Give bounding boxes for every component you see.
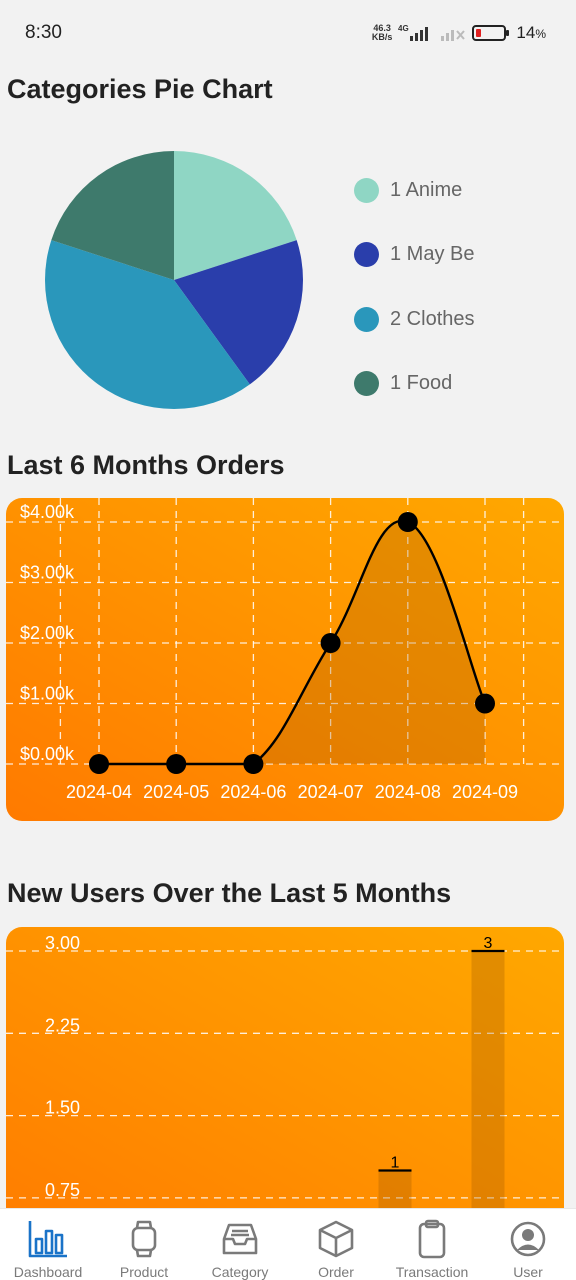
pie-chart-title: Categories Pie Chart [7,74,273,104]
y-tick-label: $0.00k [20,744,75,764]
bottom-navigation: Dashboard Product Category Order Transac… [0,1208,576,1280]
legend-item: 1 Anime [354,158,475,223]
box-icon [314,1217,358,1261]
nav-label: Order [318,1264,354,1280]
pie-chart-canvas [45,151,303,409]
users-chart-card: 0.75 1.50 2.25 3.00 1 3 [6,927,564,1208]
x-tick-label: 2024-06 [220,782,286,802]
orders-line-chart: $0.00k $1.00k $2.00k $3.00k $4.00k 2024-04 202… [6,498,564,802]
inbox-icon [218,1217,262,1261]
y-tick-label: $3.00k [20,563,75,583]
user-circle-icon [506,1217,550,1261]
dashboard-content[interactable]: Categories Pie Chart 1 Anime 1 May Be 2 Cl… [0,66,576,1208]
svg-text:4G: 4G [398,24,409,33]
user-bar [378,1170,412,1208]
status-indicators: 46.3 KB/s 4G 14% [372,20,546,46]
bar-data-label: 3 [484,935,493,952]
data-point [243,754,264,774]
watch-icon [122,1217,166,1261]
signal-weak-icon [441,30,466,41]
legend-swatch [354,371,379,397]
nav-item-product[interactable]: Product [96,1209,192,1280]
x-tick-label: 2024-04 [66,782,132,802]
pie-legend: 1 Anime 1 May Be 2 Clothes 1 Food [354,158,475,416]
nav-label: Dashboard [13,1264,83,1280]
battery-percent: 14% [516,23,546,42]
nav-label: User [513,1264,543,1280]
nav-item-dashboard[interactable]: Dashboard [0,1209,96,1280]
data-point [397,512,418,532]
data-point [320,633,341,653]
nav-item-user[interactable]: User [480,1209,576,1280]
nav-item-category[interactable]: Category [192,1209,288,1280]
y-tick-label: 2.25 [45,1015,80,1035]
battery-icon [472,25,510,41]
y-tick-label: $2.00k [20,623,75,643]
y-tick-label: 1.50 [45,1098,80,1118]
legend-label: 1 May Be [390,243,475,266]
nav-item-transaction[interactable]: Transaction [384,1209,480,1280]
x-tick-label: 2024-05 [143,782,209,802]
nav-label: Category [211,1264,269,1280]
signal-4g-icon: 4G [398,24,429,41]
y-tick-label: 3.00 [45,933,80,953]
legend-label: 2 Clothes [390,307,475,330]
users-chart-title: New Users Over the Last 5 Months [7,878,452,908]
legend-swatch [354,306,379,332]
network-speed: 46.3 KB/s [371,23,393,42]
legend-item: 1 Food [354,352,475,417]
y-tick-label: 0.75 [45,1180,80,1200]
x-tick-label: 2024-07 [298,782,364,802]
users-bar-chart: 0.75 1.50 2.25 3.00 1 3 [6,933,564,1208]
bar-data-label: 1 [391,1154,400,1171]
user-bar [471,951,505,1208]
legend-item: 1 May Be [354,223,475,288]
clipboard-icon [410,1217,454,1261]
legend-item: 2 Clothes [354,287,475,352]
orders-chart-card: $0.00k $1.00k $2.00k $3.00k $4.00k 2024-04 202… [6,498,564,821]
nav-label: Product [119,1264,169,1280]
x-tick-label: 2024-08 [375,782,441,802]
legend-label: 1 Food [390,372,453,395]
status-bar: 8:30 46.3 KB/s 4G 14% [0,0,576,66]
nav-item-order[interactable]: Order [288,1209,384,1280]
data-point [166,754,187,774]
bar-chart-icon [26,1217,70,1261]
legend-swatch [354,177,379,203]
legend-label: 1 Anime [390,178,463,201]
data-point [475,693,495,714]
legend-swatch [354,242,379,268]
y-tick-label: $4.00k [20,502,75,522]
orders-chart-title: Last 6 Months Orders [7,450,285,480]
x-tick-label: 2024-09 [452,782,518,802]
y-tick-label: $1.00k [20,684,75,704]
nav-label: Transaction [395,1264,469,1280]
data-point [89,754,109,774]
categories-pie-chart [44,150,304,410]
status-time: 8:30 [25,22,62,43]
